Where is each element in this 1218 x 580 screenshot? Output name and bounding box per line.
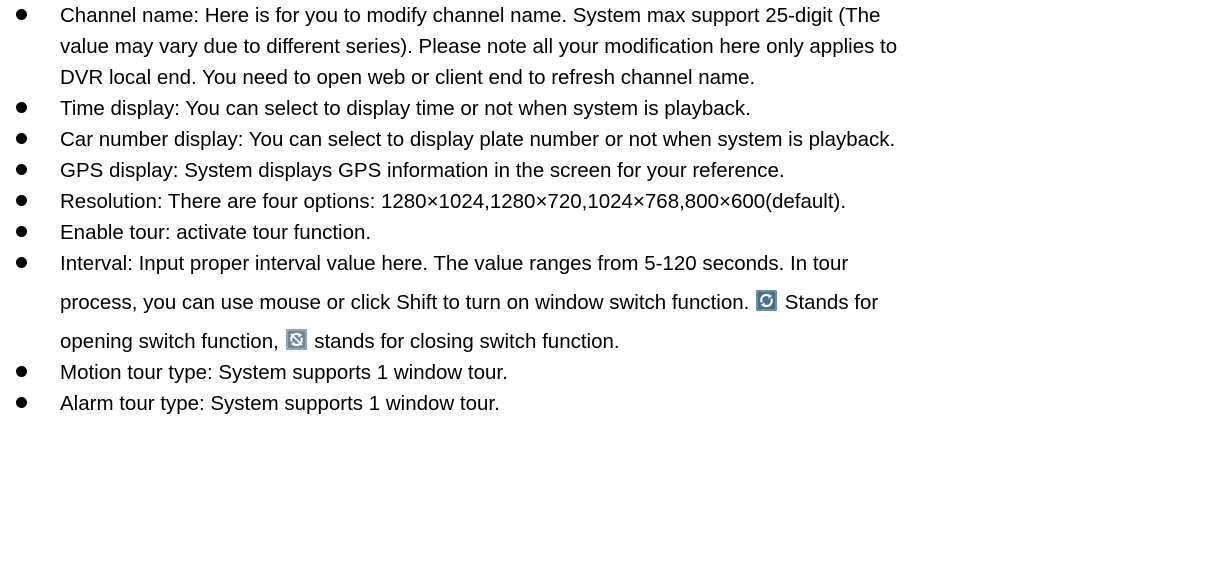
item-text-line: Time display: You can select to display … [60, 97, 751, 120]
item-text-line: Resolution: There are four options: 1280… [60, 190, 847, 213]
item-text-line: Motion tour type: System supports 1 wind… [60, 361, 508, 384]
item-text-segment: Stands for [784, 291, 879, 314]
list-item-enable-tour: Enable tour: activate tour function. [0, 217, 1218, 248]
list-item-gps-display: GPS display: System displays GPS informa… [0, 155, 1218, 186]
item-text-line: opening switch function, stands for clos… [60, 326, 1218, 357]
item-text-line: Alarm tour type: System supports 1 windo… [60, 392, 500, 415]
bullet-dot [16, 257, 27, 268]
item-text-line: Channel name: Here is for you to modify … [60, 4, 881, 27]
bullet-dot [16, 226, 27, 237]
item-text-line: DVR local end. You need to open web or c… [60, 66, 756, 89]
item-text-segment: opening switch function, [60, 330, 279, 353]
list-item-interval: Interval: Input proper interval value he… [0, 248, 1218, 357]
bullet-dot [16, 397, 27, 408]
list-item-channel-name: Channel name: Here is for you to modify … [0, 0, 1218, 93]
item-text-line: value may vary due to different series).… [60, 35, 898, 58]
item-text-line: GPS display: System displays GPS informa… [60, 159, 785, 182]
list-item-motion-tour-type: Motion tour type: System supports 1 wind… [0, 357, 1218, 388]
tour-switch-open-icon [756, 290, 778, 311]
bullet-dot [16, 195, 27, 206]
item-text-line: Enable tour: activate tour function. [60, 221, 372, 244]
bullet-dot [16, 102, 27, 113]
item-text-line: Car number display: You can select to di… [60, 128, 896, 151]
bullet-dot [16, 366, 27, 377]
item-text-line: process, you can use mouse or click Shif… [60, 279, 1218, 326]
item-text-segment: process, you can use mouse or click Shif… [60, 291, 750, 314]
list-item-car-number-display: Car number display: You can select to di… [0, 124, 1218, 155]
bullet-dot [16, 164, 27, 175]
bullet-list: Channel name: Here is for you to modify … [0, 0, 1218, 419]
bullet-dot [16, 9, 27, 20]
document-page: Channel name: Here is for you to modify … [0, 0, 1218, 419]
list-item-resolution: Resolution: There are four options: 1280… [0, 186, 1218, 217]
bullet-dot [16, 133, 27, 144]
list-item-time-display: Time display: You can select to display … [0, 93, 1218, 124]
tour-switch-close-icon [285, 329, 307, 350]
item-text-segment: stands for closing switch function. [314, 330, 620, 353]
list-item-alarm-tour-type: Alarm tour type: System supports 1 windo… [0, 388, 1218, 419]
item-text-line: Interval: Input proper interval value he… [60, 252, 849, 275]
